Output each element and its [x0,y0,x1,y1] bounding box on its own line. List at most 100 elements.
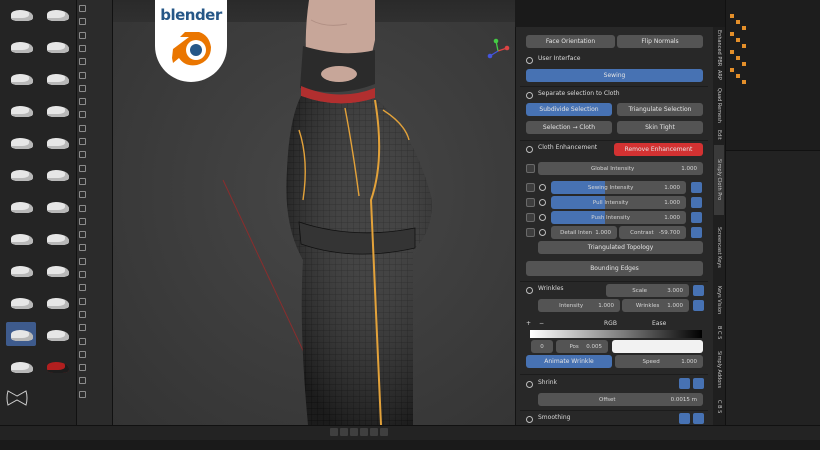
contrast-field[interactable]: Contrast -59.700 [619,226,686,239]
tool-button[interactable] [79,203,112,214]
asset-thumbnail[interactable] [4,290,38,322]
tool-button[interactable] [79,242,112,253]
tool-button[interactable] [79,296,112,307]
tab-screencast-keys[interactable]: Screencast Keys [714,217,724,277]
asset-thumbnail[interactable] [40,2,74,34]
tool-button[interactable] [79,349,112,360]
tab-keys-vision[interactable]: Keys Vision [714,279,724,321]
tool-button[interactable] [79,16,112,27]
animate-wrinkle-button[interactable]: Animate Wrinkle [526,355,612,368]
ramp-index-field[interactable]: 0 [531,340,553,353]
playback-controls[interactable] [330,428,410,437]
intensity-field[interactable]: Intensity 1.000 [538,299,620,312]
tool-button[interactable] [79,83,112,94]
shrink-toggle[interactable] [679,378,690,389]
asset-thumbnail[interactable] [4,66,38,98]
outliner[interactable]: (function(){ var host = document.current… [725,0,820,150]
ramp-color-mode[interactable]: RGB [604,320,617,327]
color-ramp[interactable] [530,330,702,338]
tool-button[interactable] [79,282,112,293]
step-back-icon[interactable] [340,428,348,436]
asset-thumbnail[interactable] [40,290,74,322]
offset-field[interactable]: Offset 0.0015 m [538,393,703,406]
brush-toggle[interactable] [693,300,704,311]
subdivide-selection-button[interactable]: Subdivide Selection [526,103,612,116]
tool-button[interactable] [79,256,112,267]
tool-button[interactable] [79,70,112,81]
tool-button[interactable] [79,43,112,54]
asset-thumbnail[interactable] [40,322,74,354]
tab-simply-cloth-pro[interactable]: Simply Cloth Pro [714,145,724,215]
tool-button[interactable] [79,389,112,400]
tool-button[interactable] [79,109,112,120]
tool-button[interactable] [79,56,112,67]
speed-field[interactable]: Speed 1.000 [615,355,703,368]
remove-enhancement-button[interactable]: Remove Enhancement [614,143,703,156]
outliner-row[interactable] [742,80,820,86]
tool-button[interactable] [79,96,112,107]
ramp-pos-field[interactable]: Pos 0.005 [556,340,608,353]
tab-enhanced-pbr[interactable]: Enhanced PBR [714,30,724,66]
asset-thumbnail[interactable] [40,194,74,226]
tab-edit[interactable]: Edit [714,127,724,143]
gear-icon[interactable] [539,229,546,236]
tab-arp[interactable]: ARP [714,67,724,83]
asset-thumbnail[interactable] [40,226,74,258]
global-intensity-field[interactable]: Global Intensity 1.000 [538,162,703,175]
tool-button[interactable] [79,123,112,134]
tab-cbs[interactable]: C B S [714,397,724,417]
ramp-color-swatch[interactable] [612,340,703,353]
sewing-button[interactable]: Sewing [526,69,703,82]
jump-end-icon[interactable] [380,428,388,436]
tool-button[interactable] [79,216,112,227]
tool-button[interactable] [79,336,112,347]
jump-start-icon[interactable] [330,428,338,436]
tool-button[interactable] [79,322,112,333]
brush-toggle[interactable] [693,285,704,296]
tool-button[interactable] [79,30,112,41]
tab-simply-addons[interactable]: Simply Addons [714,345,724,395]
brush-toggle[interactable] [691,212,702,223]
gear-icon[interactable] [539,214,546,221]
asset-thumbnail[interactable] [4,354,38,386]
triangulated-topology-button[interactable]: Triangulated Topology [538,241,703,254]
asset-thumbnail[interactable] [40,34,74,66]
flip-normals-button[interactable]: Flip Normals [617,35,703,48]
skin-tight-button[interactable]: Skin Tight [617,121,703,134]
push-intensity-field[interactable]: Push Intensity 1.000 [551,211,686,224]
shrink-camera-toggle[interactable] [693,378,704,389]
tool-button[interactable] [79,149,112,160]
gear-icon[interactable] [539,184,546,191]
asset-thumbnail[interactable] [4,34,38,66]
ramp-add-button[interactable]: + [526,320,531,327]
brush-toggle[interactable] [691,197,702,208]
tool-button[interactable] [79,163,112,174]
sewing-intensity-field[interactable]: Sewing Intensity 1.000 [551,181,686,194]
selection-to-cloth-button[interactable]: Selection → Cloth [526,121,612,134]
brush-toggle[interactable] [691,227,702,238]
tool-button[interactable] [79,269,112,280]
face-orientation-button[interactable]: Face Orientation [526,35,615,48]
timeline[interactable] [0,425,820,450]
asset-thumbnail[interactable] [4,98,38,130]
wrinkles-field[interactable]: Wrinkles 1.000 [622,299,689,312]
tool-button[interactable] [79,375,112,386]
asset-thumbnail[interactable] [40,66,74,98]
navigation-gizmo-icon[interactable] [485,38,511,64]
tool-button[interactable] [79,176,112,187]
tab-quad-remesh[interactable]: Quad Remesh [714,85,724,125]
smoothing-camera-toggle[interactable] [693,413,704,424]
step-forward-icon[interactable] [370,428,378,436]
gear-icon[interactable] [539,199,546,206]
asset-thumbnail[interactable] [40,130,74,162]
ramp-remove-button[interactable]: − [539,320,544,327]
tool-button[interactable] [79,3,112,14]
asset-thumbnail[interactable] [4,162,38,194]
asset-thumbnail[interactable] [4,322,38,354]
scale-field[interactable]: Scale 3.000 [606,284,689,297]
asset-thumbnail[interactable] [4,258,38,290]
tab-bcs[interactable]: B C S [714,323,724,343]
properties-editor[interactable] [725,150,820,425]
asset-thumbnail[interactable] [4,194,38,226]
pull-intensity-field[interactable]: Pull Intensity 1.000 [551,196,686,209]
